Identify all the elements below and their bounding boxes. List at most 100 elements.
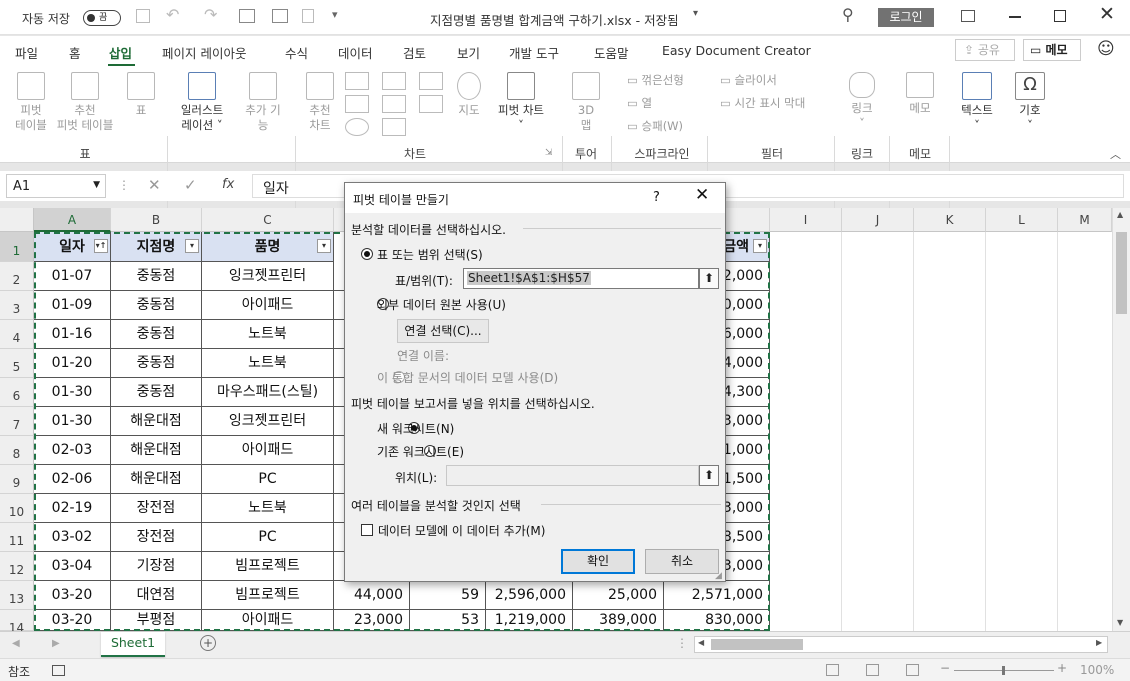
scroll-right-icon[interactable]: ▶ xyxy=(1096,638,1102,647)
ok-button[interactable]: 확인 xyxy=(561,549,635,574)
table-cell[interactable]: 대연점 xyxy=(111,581,202,610)
table-cell[interactable]: 03-20 xyxy=(34,610,111,631)
tab-formulas[interactable]: 수식 xyxy=(285,43,308,62)
tab-data[interactable]: 데이터 xyxy=(338,43,373,62)
hscroll-thumb[interactable] xyxy=(711,639,803,650)
range-radio[interactable] xyxy=(361,248,373,260)
dialog-close-icon[interactable]: ✕ xyxy=(695,185,709,205)
table-cell[interactable]: 아이패드 xyxy=(202,291,334,320)
table-cell[interactable]: 44,000 xyxy=(334,581,410,610)
new-file-icon[interactable] xyxy=(302,9,314,23)
slicer-button[interactable]: ▭ 슬라이서 xyxy=(720,72,777,88)
cancel-button[interactable]: 취소 xyxy=(645,549,719,574)
help-icon[interactable]: ? xyxy=(653,190,660,205)
row-header-14[interactable]: 14 xyxy=(0,610,34,635)
table-cell[interactable]: 중동점 xyxy=(111,349,202,378)
table-cell[interactable]: 해운대점 xyxy=(111,436,202,465)
close-icon[interactable]: ✕ xyxy=(1099,3,1115,25)
tab-insert[interactable]: 삽입 xyxy=(109,43,132,62)
row-header-5[interactable]: 5 xyxy=(0,349,34,378)
table-cell[interactable]: 02-19 xyxy=(34,494,111,523)
timeline-button[interactable]: ▭ 시간 표시 막대 xyxy=(720,95,805,111)
text-button[interactable]: 텍스트 ˅ xyxy=(955,72,999,133)
row-header-11[interactable]: 11 xyxy=(0,523,34,552)
search-icon[interactable]: ⚲ xyxy=(842,5,854,24)
recommended-chart-button[interactable]: 추천 차트 xyxy=(300,72,340,133)
redo-icon[interactable]: ↷ xyxy=(204,5,217,24)
zoom-in-icon[interactable]: + xyxy=(1057,661,1067,675)
row-header-3[interactable]: 3 xyxy=(0,291,34,320)
title-dropdown-icon[interactable]: ▾ xyxy=(693,8,698,19)
table-cell[interactable]: 노트북 xyxy=(202,494,334,523)
table-cell[interactable]: 23,000 xyxy=(334,610,410,631)
table-cell[interactable]: 해운대점 xyxy=(111,407,202,436)
minimize-icon[interactable] xyxy=(1009,16,1021,18)
select-all-corner[interactable] xyxy=(0,208,34,232)
table-cell[interactable]: 빔프로젝트 xyxy=(202,552,334,581)
column-header-i[interactable]: I xyxy=(770,208,842,232)
table-header-cell[interactable]: 품명 ▾ xyxy=(202,232,334,262)
row-header-8[interactable]: 8 xyxy=(0,436,34,465)
add-data-model-label[interactable]: 데이터 모델에 이 데이터 추가(M) xyxy=(378,522,545,539)
illustrations-button[interactable]: 일러스트 레이션 ˅ xyxy=(174,72,230,133)
collapse-ribbon-icon[interactable]: ︿ xyxy=(1110,146,1121,162)
combo-chart-icon[interactable] xyxy=(419,95,443,113)
column-header-a[interactable]: A xyxy=(34,208,111,232)
table-cell[interactable]: 03-20 xyxy=(34,581,111,610)
range-collapse-icon[interactable]: ⬆ xyxy=(699,268,719,289)
link-button[interactable]: 링크 ˅ xyxy=(843,72,881,131)
data-model-radio-label[interactable]: 이 통합 문서의 데이터 모델 사용(D) xyxy=(377,369,558,386)
symbol-button[interactable]: Ω 기호 ˅ xyxy=(1008,72,1052,133)
location-input[interactable] xyxy=(446,465,699,486)
column-header-j[interactable]: J xyxy=(842,208,914,232)
memo-button[interactable]: ▭ 메모 xyxy=(1023,39,1081,61)
recommended-pivot-button[interactable]: 추천 피벗 테이블 xyxy=(52,72,118,133)
tab-home[interactable]: 홈 xyxy=(69,43,81,62)
table-cell[interactable]: 01-30 xyxy=(34,378,111,407)
table-cell[interactable]: 부평점 xyxy=(111,610,202,631)
existing-worksheet-label[interactable]: 기존 워크시트(E) xyxy=(377,443,464,460)
vertical-scrollbar[interactable]: ▲ ▼ xyxy=(1112,208,1130,631)
table-header-cell[interactable]: 일자 ▾↑ xyxy=(34,232,111,262)
form-icon[interactable] xyxy=(239,9,255,23)
table-cell[interactable]: 노트북 xyxy=(202,349,334,378)
tab-easy-document-creator[interactable]: Easy Document Creator xyxy=(662,43,811,58)
table-cell[interactable]: PC xyxy=(202,523,334,552)
customize-qat-icon[interactable]: ▾ xyxy=(332,8,338,21)
next-sheet-icon[interactable]: ▶ xyxy=(52,638,60,649)
filter-dropdown-icon[interactable]: ▾ xyxy=(185,239,199,253)
resize-grip-icon[interactable]: ◢ xyxy=(715,571,722,581)
column-header-k[interactable]: K xyxy=(914,208,986,232)
external-radio-label[interactable]: 외부 데이터 원본 사용(U) xyxy=(377,296,506,313)
tab-help[interactable]: 도움말 xyxy=(594,43,629,62)
column-header-l[interactable]: L xyxy=(986,208,1058,232)
line-chart-icon[interactable] xyxy=(345,95,369,113)
table-cell[interactable]: 잉크젯프린터 xyxy=(202,262,334,291)
zoom-slider-thumb[interactable] xyxy=(1002,666,1005,675)
filter-dropdown-icon[interactable]: ▾ xyxy=(753,239,767,253)
table-cell[interactable]: 02-06 xyxy=(34,465,111,494)
confirm-entry-icon[interactable]: ✓ xyxy=(184,176,197,194)
row-header-12[interactable]: 12 xyxy=(0,552,34,581)
pivot-table-button[interactable]: 피벗 테이블 xyxy=(10,72,52,133)
tab-file[interactable]: 파일 xyxy=(15,43,38,62)
row-header-9[interactable]: 9 xyxy=(0,465,34,494)
row-header-13[interactable]: 13 xyxy=(0,581,34,610)
addins-button[interactable]: 추가 기능 xyxy=(238,72,288,133)
table-cell[interactable]: 1,219,000 xyxy=(486,610,573,631)
table-cell[interactable]: 02-03 xyxy=(34,436,111,465)
column-header-m[interactable]: M xyxy=(1058,208,1112,232)
table-cell[interactable]: 830,000 xyxy=(664,610,770,631)
undo-icon[interactable]: ↶ xyxy=(166,5,179,24)
range-input[interactable]: Sheet1!$A$1:$H$57 xyxy=(463,268,699,289)
add-data-model-checkbox[interactable] xyxy=(361,524,373,536)
table-cell[interactable]: PC xyxy=(202,465,334,494)
memo-ribbon-button[interactable]: 메모 xyxy=(898,72,942,116)
autosave-toggle[interactable]: 끔 xyxy=(83,10,121,26)
row-header-7[interactable]: 7 xyxy=(0,407,34,436)
sparkline-line-button[interactable]: ▭ 꺾은선형 xyxy=(627,72,684,88)
table-cell[interactable]: 장전점 xyxy=(111,523,202,552)
table-cell[interactable]: 389,000 xyxy=(573,610,664,631)
tab-view[interactable]: 보기 xyxy=(457,43,480,62)
tab-review[interactable]: 검토 xyxy=(403,43,426,62)
